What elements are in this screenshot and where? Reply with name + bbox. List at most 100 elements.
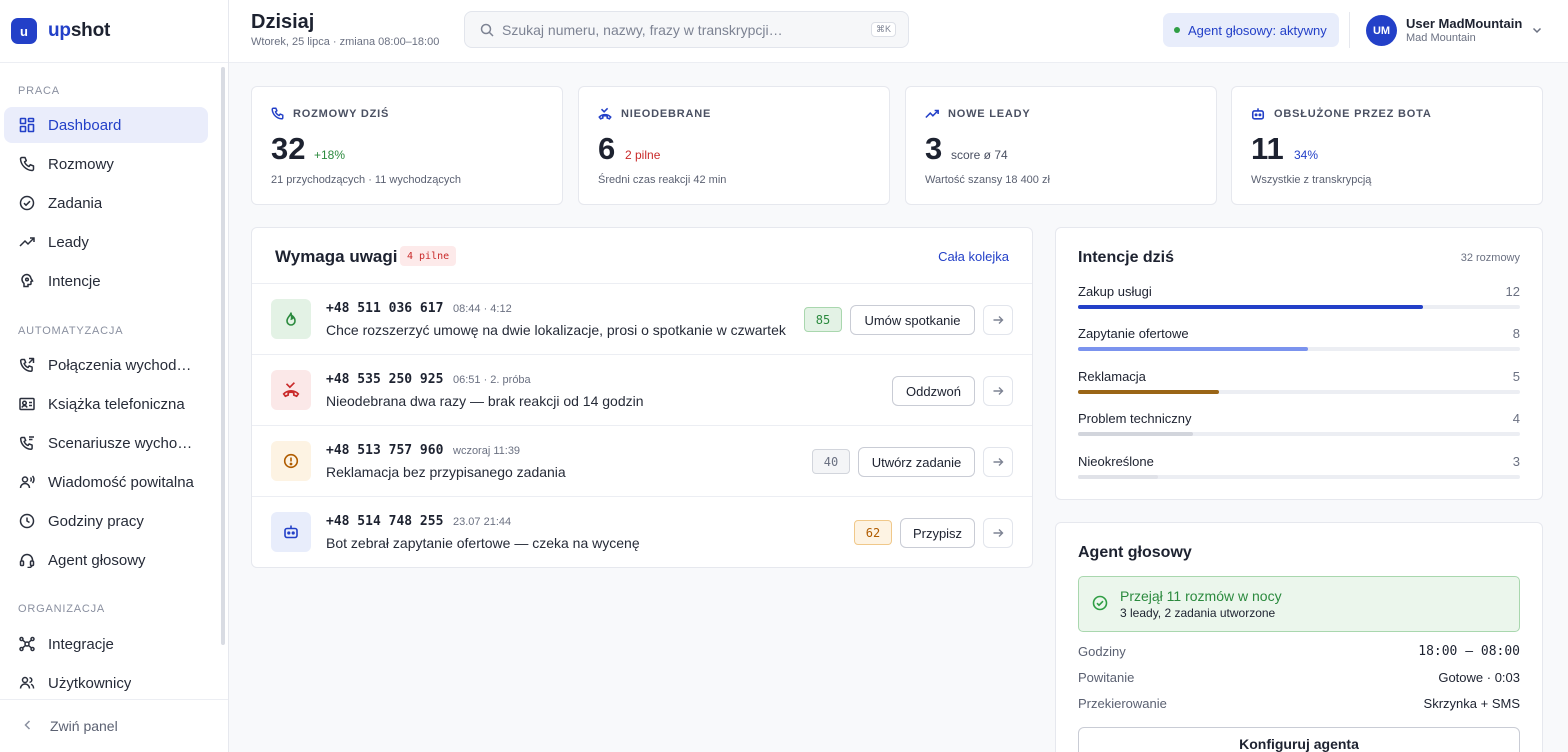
open-row-button[interactable]: [983, 518, 1013, 548]
sidebar-item-zadania[interactable]: Zadania: [4, 185, 208, 221]
intent-bar-track: [1078, 305, 1520, 309]
stat-value: 32: [271, 131, 306, 166]
create-task-button[interactable]: Utwórz zadanie: [858, 447, 975, 477]
stat-card-handled-by-bot[interactable]: OBSŁUŻONE PRZEZ BOTA 11 34% Wszystkie z …: [1231, 86, 1543, 205]
assign-button[interactable]: Przypisz: [900, 518, 975, 548]
sidebar-item-label: Połączenia wychodzące: [48, 356, 198, 374]
sidebar-item-godziny-pracy[interactable]: Godziny pracy: [4, 503, 208, 539]
brand[interactable]: u upshot: [0, 0, 228, 63]
intent-row[interactable]: Reklamacja 5: [1078, 369, 1520, 409]
lead-score-badge: 40: [812, 449, 850, 474]
agent-detail-hours: Godziny 18:00 – 08:00: [1078, 644, 1520, 662]
detail-value: Gotowe · 0:03: [1438, 670, 1520, 685]
sidebar-item-label: Zadania: [48, 194, 103, 212]
row-meta: 23.07 21:44: [453, 516, 512, 528]
chevron-down-icon[interactable]: [1531, 23, 1543, 41]
intent-bar-fill: [1078, 432, 1193, 436]
configure-agent-button[interactable]: Konfiguruj agenta: [1078, 727, 1520, 752]
schedule-meeting-button[interactable]: Umów spotkanie: [850, 305, 975, 335]
attention-title: Wymaga uwagi: [275, 247, 398, 266]
alert-circle-icon: [271, 441, 311, 481]
open-row-button[interactable]: [983, 447, 1013, 477]
table-row[interactable]: +48 535 250 925 06:51 · 2. próba Nieodeb…: [252, 354, 1032, 425]
table-row[interactable]: +48 514 748 255 23.07 21:44 Bot zebrał z…: [252, 496, 1032, 567]
stat-card-missed[interactable]: NIEODEBRANE 6 2 pilne Średni czas reakcj…: [578, 86, 890, 205]
sidebar: u upshot PRACA Dashboard Rozmowy Zadania…: [0, 0, 229, 752]
stat-header: NOWE LEADY: [925, 107, 1031, 121]
search-box[interactable]: ⌘K: [464, 11, 909, 48]
row-phone: +48 511 036 617: [326, 301, 444, 316]
bot-icon: [271, 512, 311, 552]
intent-row[interactable]: Problem techniczny 4: [1078, 411, 1520, 451]
phone-icon: [271, 107, 284, 120]
search-shortcut-hint: ⌘K: [870, 22, 896, 37]
avatar[interactable]: UM: [1366, 15, 1397, 46]
intent-bar-fill: [1078, 390, 1220, 394]
speaker-user-icon: [19, 474, 35, 490]
stat-trend: +18%: [314, 148, 346, 162]
section-label-praca: PRACA: [18, 85, 60, 97]
lead-score-badge: 62: [854, 520, 892, 545]
table-row[interactable]: +48 511 036 617 08:44 · 4:12 Chce rozsze…: [252, 283, 1032, 354]
agent-detail-greeting: Powitanie Gotowe · 0:03: [1078, 670, 1520, 688]
detail-value: Skrzynka + SMS: [1423, 696, 1520, 711]
sidebar-scrollbar[interactable]: [221, 67, 225, 645]
intent-bar-fill: [1078, 305, 1423, 309]
row-description: Chce rozszerzyć umowę na dwie lokalizacj…: [326, 322, 786, 338]
sidebar-item-rozmowy[interactable]: Rozmowy: [4, 146, 208, 182]
bot-icon: [1251, 107, 1265, 121]
intent-row[interactable]: Zapytanie ofertowe 8: [1078, 326, 1520, 366]
attention-panel: Wymaga uwagi 4 pilne Cała kolejka +48 51…: [251, 227, 1033, 568]
sidebar-item-intencje[interactable]: Intencje: [4, 263, 208, 299]
user-name[interactable]: User MadMountain: [1406, 16, 1522, 31]
sidebar-item-polaczenia-wychodzace[interactable]: Połączenia wychodzące: [4, 347, 208, 383]
row-phone: +48 514 748 255: [326, 514, 444, 529]
intent-row[interactable]: Nieokreślone 3: [1078, 454, 1520, 494]
missed-call-icon: [271, 370, 311, 410]
dashboard-icon: [19, 117, 35, 133]
table-row[interactable]: +48 513 757 960 wczoraj 11:39 Reklamacja…: [252, 425, 1032, 496]
stat-score: score ø 74: [951, 148, 1008, 162]
stat-card-calls-today[interactable]: ROZMOWY DZIŚ 32 +18% 21 przychodzących ·…: [251, 86, 563, 205]
divider: [1349, 12, 1350, 48]
page-title: Dzisiaj: [251, 11, 315, 33]
sidebar-item-leady[interactable]: Leady: [4, 224, 208, 260]
stat-footnote: Wszystkie z transkrypcją: [1251, 174, 1372, 186]
page-subtitle: Wtorek, 25 lipca · zmiana 08:00–18:00: [251, 36, 440, 48]
stat-header: ROZMOWY DZIŚ: [271, 107, 389, 120]
call-back-button[interactable]: Oddzwoń: [892, 376, 975, 406]
top-header: Dzisiaj Wtorek, 25 lipca · zmiana 08:00–…: [229, 0, 1568, 63]
open-row-button[interactable]: [983, 376, 1013, 406]
sidebar-item-ksiazka-telefoniczna[interactable]: Książka telefoniczna: [4, 386, 208, 422]
open-row-button[interactable]: [983, 305, 1013, 335]
phone-icon: [19, 156, 35, 172]
sidebar-item-wiadomosc-powitalna[interactable]: Wiadomość powitalna: [4, 464, 208, 500]
sidebar-item-dashboard[interactable]: Dashboard: [4, 107, 208, 143]
section-label-automatyzacja: AUTOMATYZACJA: [18, 325, 124, 337]
row-meta: wczoraj 11:39: [453, 445, 521, 457]
search-input[interactable]: [502, 21, 862, 38]
agent-status-badge[interactable]: Agent głosowy: aktywny: [1163, 13, 1339, 47]
stat-card-new-leads[interactable]: NOWE LEADY 3 score ø 74 Wartość szansy 1…: [905, 86, 1217, 205]
contact-card-icon: [19, 396, 35, 412]
sidebar-nav: PRACA Dashboard Rozmowy Zadania Leady In…: [0, 64, 229, 699]
intent-name: Problem techniczny: [1078, 411, 1192, 426]
stat-value: 3: [925, 131, 943, 166]
intent-row[interactable]: Zakup usługi 12: [1078, 284, 1520, 324]
full-queue-link[interactable]: Cała kolejka: [938, 249, 1009, 264]
collapse-label: Zwiń panel: [50, 718, 118, 734]
row-meta: 06:51 · 2. próba: [453, 374, 531, 386]
intent-value: 3: [1512, 454, 1520, 469]
brand-name: upshot: [48, 20, 110, 42]
collapse-sidebar-button[interactable]: Zwiń panel: [0, 699, 228, 752]
row-description: Bot zebrał zapytanie ofertowe — czeka na…: [326, 535, 640, 551]
sidebar-item-scenariusze-wychodzace[interactable]: Scenariusze wychodzące: [4, 425, 208, 461]
sidebar-item-uzytkownicy[interactable]: Użytkownicy: [4, 665, 208, 699]
intent-bar-track: [1078, 475, 1520, 479]
sidebar-item-integracje[interactable]: Integracje: [4, 626, 208, 662]
sidebar-item-agent-glosowy[interactable]: Agent głosowy: [4, 542, 208, 578]
stat-label: ROZMOWY DZIŚ: [293, 107, 390, 120]
agent-summary-subtitle: 3 leady, 2 zadania utworzone: [1120, 606, 1276, 620]
agent-title: Agent głosowy: [1078, 544, 1192, 561]
agent-detail-forwarding: Przekierowanie Skrzynka + SMS: [1078, 696, 1520, 714]
